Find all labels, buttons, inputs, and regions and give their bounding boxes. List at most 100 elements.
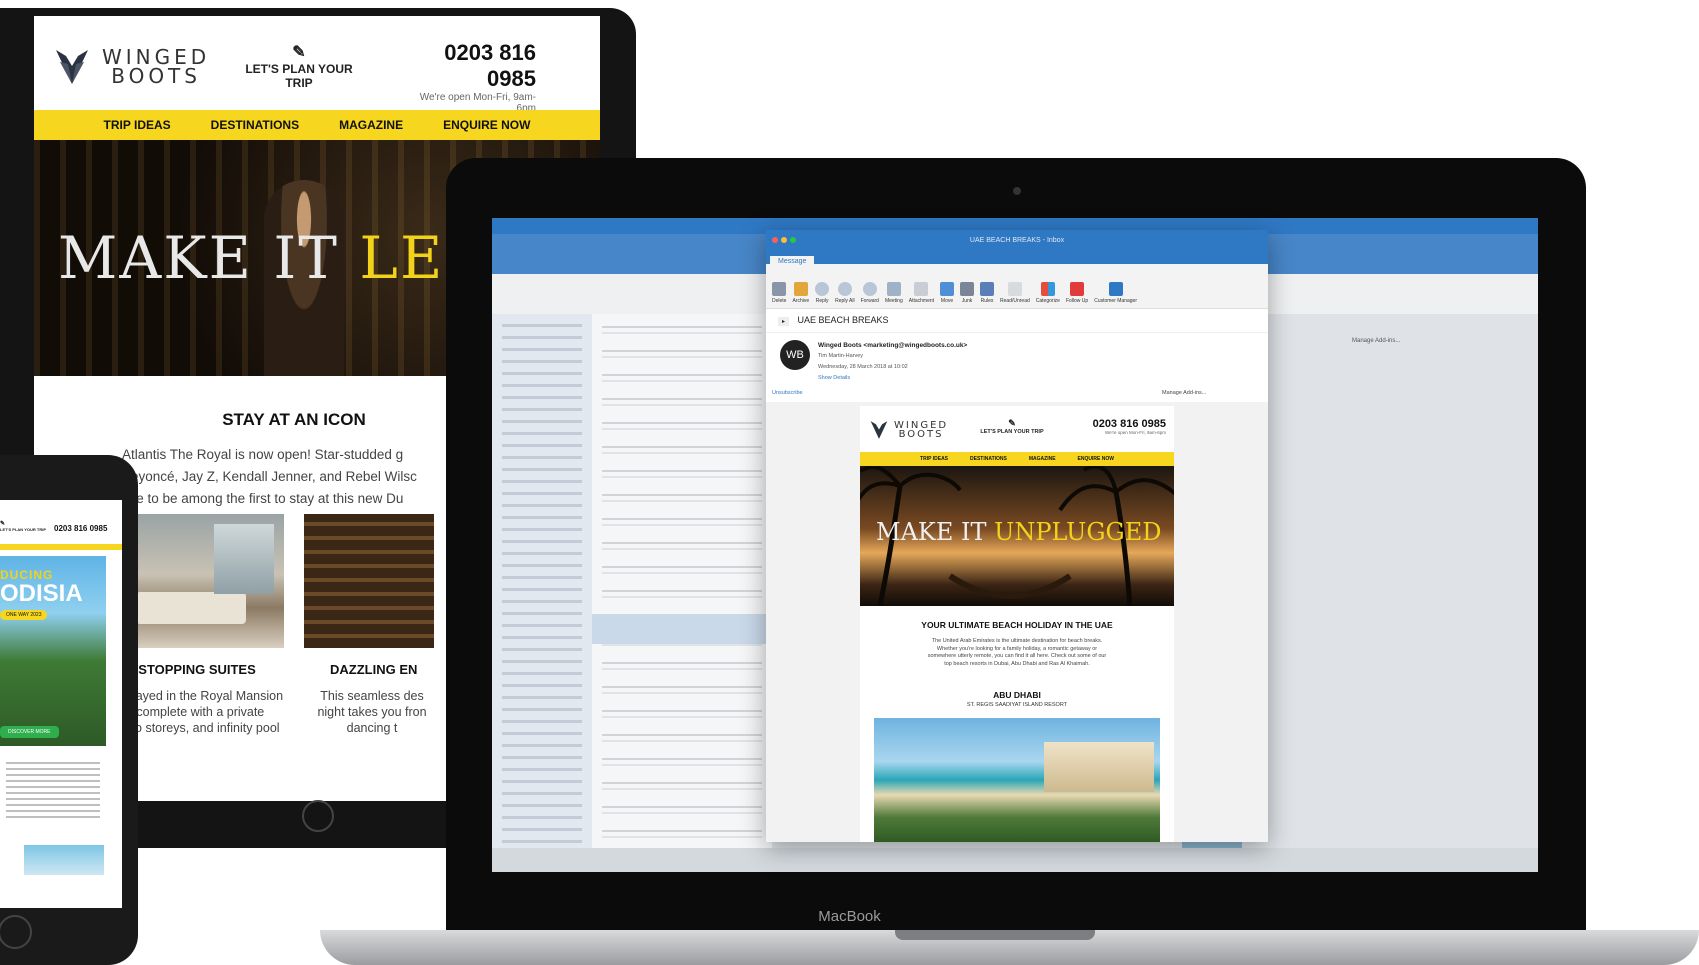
plan-trip-link[interactable]: ✎ LET'S PLAN YOUR TRIP — [972, 418, 1052, 435]
ribbon-label: Archive — [792, 298, 810, 304]
junk-button[interactable]: Junk — [960, 282, 975, 304]
region-title: ABU DHABI — [993, 690, 1041, 700]
nav-magazine[interactable]: MAGAZINE — [339, 118, 403, 132]
resort-building — [1044, 742, 1154, 792]
categorize-button[interactable]: Categorize — [1036, 282, 1060, 304]
wings-logo-icon — [870, 421, 888, 439]
phone-cta-button[interactable]: DISCOVER MORE — [0, 726, 59, 738]
manage-addins-link[interactable]: Manage Add-ins... — [1162, 390, 1206, 396]
phone-plan-label: LET'S PLAN YOUR TRIP — [0, 527, 46, 532]
card-desc-line: wo storeys, and infinity pool — [126, 721, 280, 735]
move-button[interactable]: Move — [940, 282, 955, 304]
phone-nav-bar[interactable] — [0, 544, 122, 550]
message-titlebar: UAE BEACH BREAKS - Inbox — [766, 230, 1268, 250]
outlook-folder-pane[interactable] — [492, 314, 592, 872]
manage-addins-bg[interactable]: Manage Add-ins... — [1352, 338, 1400, 344]
plan-trip-link[interactable]: ✎ LET'S PLAN YOUR TRIP — [234, 42, 364, 90]
laptop-notch — [895, 930, 1095, 940]
window-controls[interactable] — [772, 237, 799, 245]
nav-enquire-now[interactable]: ENQUIRE NOW — [1078, 456, 1114, 462]
archive-button[interactable]: Archive — [792, 282, 809, 304]
forward-button[interactable]: Forward — [861, 282, 879, 304]
ribbon-label: Read/Unread — [1000, 298, 1030, 304]
phone-plan-link[interactable]: ✎ LET'S PLAN YOUR TRIP — [0, 520, 46, 532]
resort-image[interactable] — [874, 718, 1160, 842]
customer-manager-button[interactable]: Customer Manager — [1094, 282, 1137, 304]
attachment-button[interactable]: Attachment — [909, 282, 934, 304]
wine-cellar-image[interactable] — [304, 514, 434, 648]
selected-message-row[interactable] — [592, 614, 772, 644]
unsubscribe-text: Unsubscribe — [772, 390, 803, 396]
tab-message[interactable]: Message — [770, 256, 815, 267]
unsubscribe-link[interactable]: Unsubscribe — [772, 390, 803, 396]
nav-trip-ideas[interactable]: TRIP IDEAS — [920, 456, 948, 462]
card-desc-line: dancing t — [346, 721, 398, 735]
ribbon-label: Rules — [980, 298, 994, 304]
ribbon-label: Categorize — [1035, 298, 1060, 304]
nav-magazine[interactable]: MAGAZINE — [1029, 456, 1056, 462]
edit-icon: ✎ — [1008, 418, 1016, 428]
phone-beach-image[interactable] — [24, 845, 104, 875]
nav-trip-ideas[interactable]: TRIP IDEAS — [104, 118, 171, 132]
customer-manager-icon — [1108, 282, 1123, 296]
edit-icon: ✎ — [292, 44, 306, 61]
tablet-brand-logo[interactable]: WINGED BOOTS — [52, 44, 210, 90]
email-intro-line: Whether you're looking for a family holi… — [936, 645, 1098, 652]
meeting-button[interactable]: Meeting — [885, 282, 903, 304]
rules-icon — [980, 282, 995, 296]
forward-icon — [862, 282, 877, 296]
message-rows — [602, 326, 762, 866]
email-nav-bar: TRIP IDEAS DESTINATIONS MAGAZINE ENQUIRE… — [860, 452, 1174, 466]
outlook-message-list[interactable] — [592, 314, 772, 872]
home-button-icon[interactable] — [302, 800, 334, 832]
envelope-icon — [1007, 282, 1022, 296]
phone-hero-image[interactable]: DUCING ODISIA ONE WAY 2023 DISCOVER MORE — [0, 556, 106, 746]
close-icon[interactable] — [772, 237, 778, 243]
window-title: UAE BEACH BREAKS - Inbox — [969, 236, 1065, 244]
reply-all-button[interactable]: Reply All — [835, 282, 855, 304]
nav-destinations[interactable]: DESTINATIONS — [211, 118, 299, 132]
rules-button[interactable]: Rules — [980, 282, 995, 304]
brand-bottom-text: BOOTS — [111, 64, 201, 88]
ribbon-label: Forward — [860, 298, 879, 304]
move-icon — [940, 282, 955, 296]
nav-destinations[interactable]: DESTINATIONS — [970, 456, 1007, 462]
suite-image[interactable] — [126, 514, 284, 648]
nav-enquire-now[interactable]: ENQUIRE NOW — [443, 118, 530, 132]
intro-line: Atlantis The Royal is now open! Star-stu… — [122, 447, 404, 462]
minimize-icon[interactable] — [781, 237, 787, 243]
newsletter: WINGED BOOTS ✎ LET'S PLAN YOUR TRIP 0203… — [860, 406, 1174, 842]
follow-up-button[interactable]: Follow Up — [1066, 282, 1088, 304]
camera-icon — [1013, 187, 1021, 195]
meeting-icon — [886, 282, 901, 296]
macbook-label: MacBook — [818, 908, 881, 925]
plan-trip-label: LET'S PLAN YOUR TRIP — [245, 62, 353, 90]
show-details-link[interactable]: Show Details — [818, 373, 967, 384]
expand-icon[interactable]: ▸ — [778, 317, 790, 326]
email-intro: The United Arab Emirates is the ultimate… — [860, 638, 1174, 668]
date-line: Wednesday, 28 March 2018 at 10:02 — [818, 364, 908, 370]
card-desc-line: stayed in the Royal Mansion — [126, 689, 284, 703]
sender-block: Winged Boots <marketing@wingedboots.co.u… — [818, 340, 967, 384]
hero-yellow-text: UNPLUGGED — [994, 518, 1162, 546]
intro-paragraph: Atlantis The Royal is now open! Star-stu… — [122, 444, 417, 510]
plan-trip-label: LET'S PLAN YOUR TRIP — [980, 429, 1044, 435]
phone-hero-title: ODISIA — [0, 580, 83, 607]
hero-white-text: MAKE IT — [58, 224, 339, 292]
delete-button[interactable]: Delete — [772, 282, 786, 304]
card-desc-line: e complete with a private — [126, 705, 265, 719]
flag-icon — [1070, 282, 1085, 296]
card-title: DAZZLING EN — [330, 662, 418, 677]
zoom-icon[interactable] — [790, 237, 796, 243]
card-description: stayed in the Royal Mansion e complete w… — [126, 688, 283, 736]
ribbon-label: Delete — [772, 298, 787, 304]
phone-number[interactable]: 0203 816 0985 — [54, 524, 107, 533]
read-unread-button[interactable]: Read/Unread — [1000, 282, 1030, 304]
phone-number[interactable]: 0203 816 0985 — [1080, 418, 1166, 430]
phone-number[interactable]: 0203 816 0985 — [404, 40, 536, 92]
reply-button[interactable]: Reply — [815, 282, 830, 304]
sender-address[interactable]: Winged Boots <marketing@wingedboots.co.u… — [818, 340, 967, 351]
email-hero-image[interactable]: MAKE IT UNPLUGGED — [860, 466, 1174, 606]
card-desc-line: night takes you fron — [317, 705, 427, 719]
email-brand-logo[interactable]: WINGED BOOTS — [868, 418, 948, 442]
